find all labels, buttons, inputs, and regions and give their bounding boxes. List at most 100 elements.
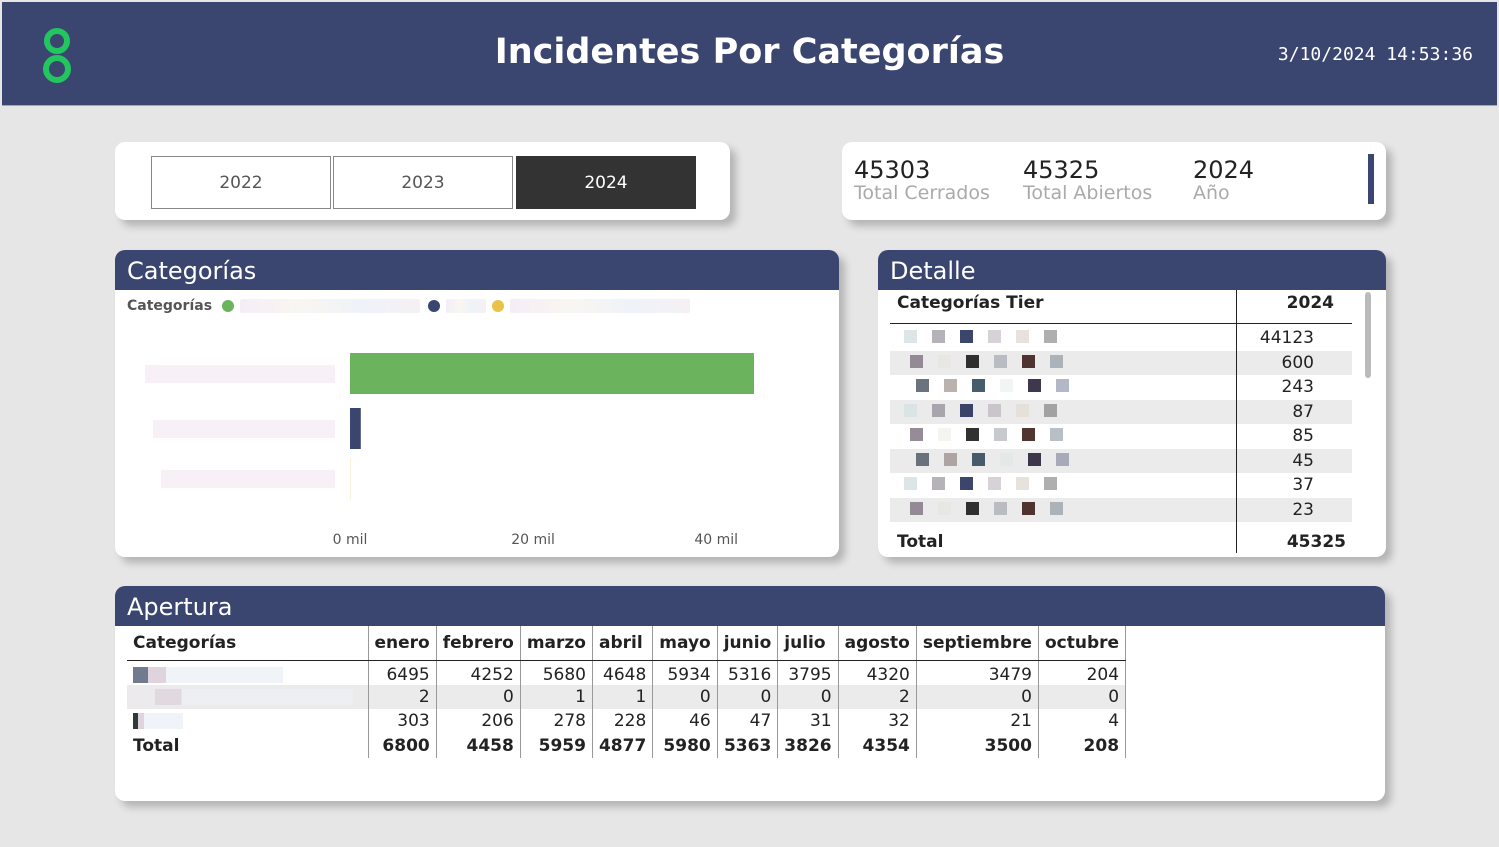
total-value-cell: 4458 [436,733,521,758]
table-row[interactable]: 600 [890,350,1352,375]
category-cell-redacted [890,452,1110,467]
year-button-2022[interactable]: 2022 [151,156,331,209]
value-cell: 1 [592,684,654,709]
value-cell: 5316 [717,660,779,685]
value-cell: 0 [1038,684,1127,709]
kpi-label: Total Cerrados [854,182,990,204]
year-button-2023[interactable]: 2023 [333,156,513,209]
table-row[interactable]: 243 [890,375,1352,400]
category-cell-redacted [890,379,1110,393]
kpi-value: 45325 [1023,156,1100,184]
panel-title: Apertura [115,586,1385,626]
table-row[interactable]: 87 [890,399,1352,424]
x-tick-label: 40 mil [694,532,738,548]
value-cell: 44123 [1259,328,1314,348]
value-cell: 600 [1281,352,1314,373]
total-value-cell: 5363 [717,733,779,758]
panel-title: Detalle [878,250,1386,290]
total-value-cell: 5959 [520,733,593,758]
value-cell: 6495 [368,660,437,685]
chart-bar[interactable] [350,353,754,394]
category-label-redacted [161,470,335,488]
value-cell: 87 [1292,401,1314,422]
category-cell-redacted [890,330,1110,344]
year-slicer: 2022 2023 2024 [115,142,730,220]
column-header-febrero[interactable]: febrero [436,626,521,661]
total-value-cell: 5980 [652,733,718,758]
total-value-cell: 208 [1038,733,1127,758]
value-cell: 0 [777,684,839,709]
kpi-accent-bar [1368,154,1374,204]
category-cell-redacted [890,501,1110,516]
x-tick-label: 0 mil [333,532,368,548]
value-cell: 4252 [436,660,521,685]
value-cell: 3795 [777,660,839,685]
category-cell-redacted [890,354,1110,369]
value-cell: 21 [916,709,1039,734]
column-header-enero[interactable]: enero [368,626,437,661]
categorias-bar-chart: 0 mil 20 mil 40 mil [145,353,754,548]
value-cell: 2 [368,684,437,709]
categorias-panel: Categorías Categorías 0 mil 20 mil 40 mil [115,250,839,557]
header-bar: Incidentes Por Categorías 3/10/2024 14:5… [2,2,1497,106]
value-cell: 243 [1281,377,1314,397]
column-header-septiembre[interactable]: septiembre [916,626,1039,661]
total-row: Total 6800 4458 5959 4877 5980 5363 3826 4354 350… [127,733,1127,758]
table-row[interactable]: 2011000200 [127,684,1127,709]
table-row[interactable]: 303 206 278 228 46 47 31 32 21 4 [127,709,1127,734]
category-cell-redacted [890,477,1110,491]
category-cell-redacted [890,403,1110,418]
category-cell-redacted [127,684,369,709]
column-header-agosto[interactable]: agosto [838,626,917,661]
column-header-marzo[interactable]: marzo [520,626,593,661]
table-row[interactable]: 45 [890,448,1352,473]
total-value-cell: 3500 [916,733,1039,758]
column-header-octubre[interactable]: octubre [1038,626,1127,661]
total-value-cell: 6800 [368,733,437,758]
category-cell-redacted [127,709,369,734]
total-label: Total [127,733,369,758]
category-cell-redacted [890,428,1110,442]
datetime-label: 3/10/2024 14:53:36 [1277,44,1473,65]
value-cell: 4320 [838,660,917,685]
column-header-junio[interactable]: junio [717,626,779,661]
value-cell: 4648 [592,660,654,685]
kpi-total-cerrados: 45303 Total Cerrados [854,156,990,204]
apertura-matrix: Categorías enero febrero marzo abril mayo juni… [127,626,1127,758]
column-divider [1236,290,1237,553]
column-header-categorias[interactable]: Categorías [127,626,369,661]
total-value-cell: 4877 [592,733,654,758]
table-row[interactable]: 37 [890,473,1352,498]
value-cell: 85 [1292,426,1314,446]
category-label-redacted [145,365,335,383]
column-header-year[interactable]: 2024 [1287,293,1334,313]
value-cell: 0 [652,684,718,709]
column-header-abril[interactable]: abril [592,626,654,661]
table-row[interactable]: 6495 4252 5680 4648 5934 5316 3795 4320 3479 204 [127,660,1127,685]
value-cell: 46 [652,709,718,734]
value-cell: 5680 [520,660,593,685]
kpi-value: 2024 [1193,156,1255,184]
value-cell: 204 [1038,660,1127,685]
scrollbar[interactable] [1365,292,1371,378]
category-cell-redacted [127,660,369,685]
table-row[interactable]: 44123 [890,326,1352,351]
value-cell: 278 [520,709,593,734]
table-row[interactable]: 23 [890,497,1352,522]
kpi-label: Año [1193,182,1230,204]
value-cell: 37 [1292,475,1314,495]
year-button-2024[interactable]: 2024 [516,156,696,209]
value-cell: 45 [1292,450,1314,471]
value-cell: 31 [777,709,839,734]
value-cell: 0 [436,684,521,709]
value-cell: 228 [592,709,654,734]
value-cell: 2 [838,684,917,709]
column-header-categorias-tier[interactable]: Categorías Tier [897,293,1044,313]
total-value-cell: 3826 [777,733,839,758]
column-header-mayo[interactable]: mayo [652,626,718,661]
chart-bar[interactable] [350,408,361,449]
apertura-panel: Apertura Categorías enero febrero marzo abri… [115,586,1385,801]
table-row[interactable]: 85 [890,424,1352,449]
column-header-julio[interactable]: julio [777,626,839,661]
panel-title: Categorías [115,250,839,290]
